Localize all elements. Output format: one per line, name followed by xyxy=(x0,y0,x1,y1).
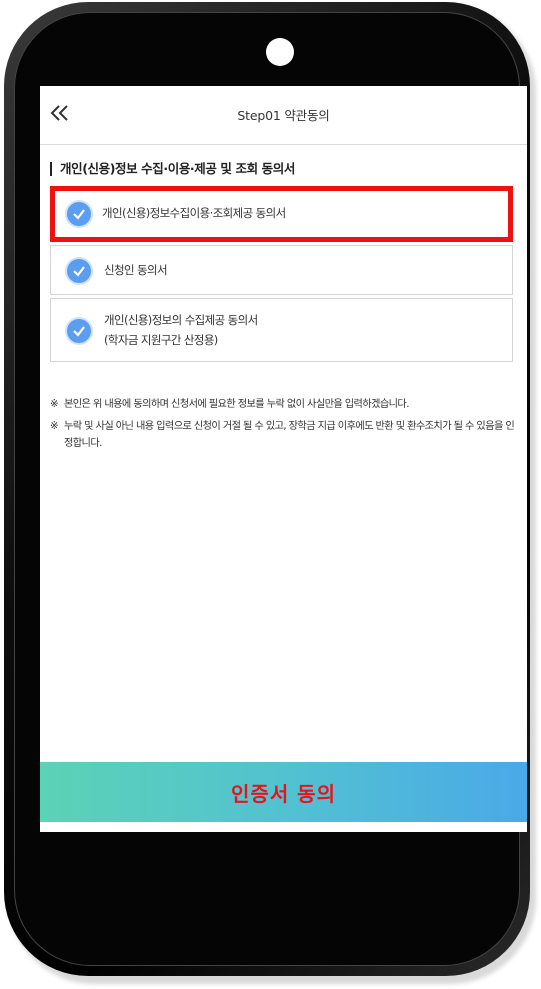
agreement-label: 개인(신용)정보의 수집제공 동의서 (학자금 지원구간 산정용) xyxy=(104,310,258,350)
certificate-agree-label: 인증서 동의 xyxy=(231,782,336,806)
top-header: Step01 약관동의 xyxy=(40,86,527,145)
agreement-item-credit-info[interactable]: 개인(신용)정보수집이용·조회제공 동의서 xyxy=(50,186,513,242)
agreement-label-line1: 개인(신용)정보의 수집제공 동의서 xyxy=(104,313,258,327)
notice-text: ※ 누락 및 사실 아닌 내용 입력으로 신청이 거절 될 수 있고, 장학금 … xyxy=(50,418,516,452)
checkmark-icon xyxy=(67,202,91,226)
agreement-label: 신청인 동의서 xyxy=(104,263,168,277)
reference-mark: ※ xyxy=(50,421,59,432)
notice-body: 본인은 위 내용에 동의하며 신청서에 필요한 정보를 누락 없이 사실만을 입… xyxy=(64,399,409,410)
certificate-agree-button[interactable]: 인증서 동의 xyxy=(40,762,527,822)
agreement-item-income-bracket[interactable]: 개인(신용)정보의 수집제공 동의서 (학자금 지원구간 산정용) xyxy=(50,298,513,362)
page-title: Step01 약관동의 xyxy=(237,108,330,123)
agreement-label-line2: (학자금 지원구간 산정용) xyxy=(104,333,218,347)
checkmark-icon xyxy=(67,259,91,283)
notice-body: 누락 및 사실 아닌 내용 입력으로 신청이 거절 될 수 있고, 장학금 지급… xyxy=(64,421,515,449)
agreement-item-applicant[interactable]: 신청인 동의서 xyxy=(50,245,513,295)
front-camera xyxy=(266,38,294,66)
phone-frame: Step01 약관동의 개인(신용)정보 수집·이용·제공 및 조회 동의서 개… xyxy=(4,2,530,976)
app-screen: Step01 약관동의 개인(신용)정보 수집·이용·제공 및 조회 동의서 개… xyxy=(40,86,527,832)
section-title: 개인(신용)정보 수집·이용·제공 및 조회 동의서 xyxy=(50,162,295,176)
agreement-label: 개인(신용)정보수집이용·조회제공 동의서 xyxy=(102,206,286,220)
reference-mark: ※ xyxy=(50,399,59,410)
checkmark-icon xyxy=(67,319,91,343)
notice-text: ※ 본인은 위 내용에 동의하며 신청서에 필요한 정보를 누락 없이 사실만을… xyxy=(50,396,516,413)
